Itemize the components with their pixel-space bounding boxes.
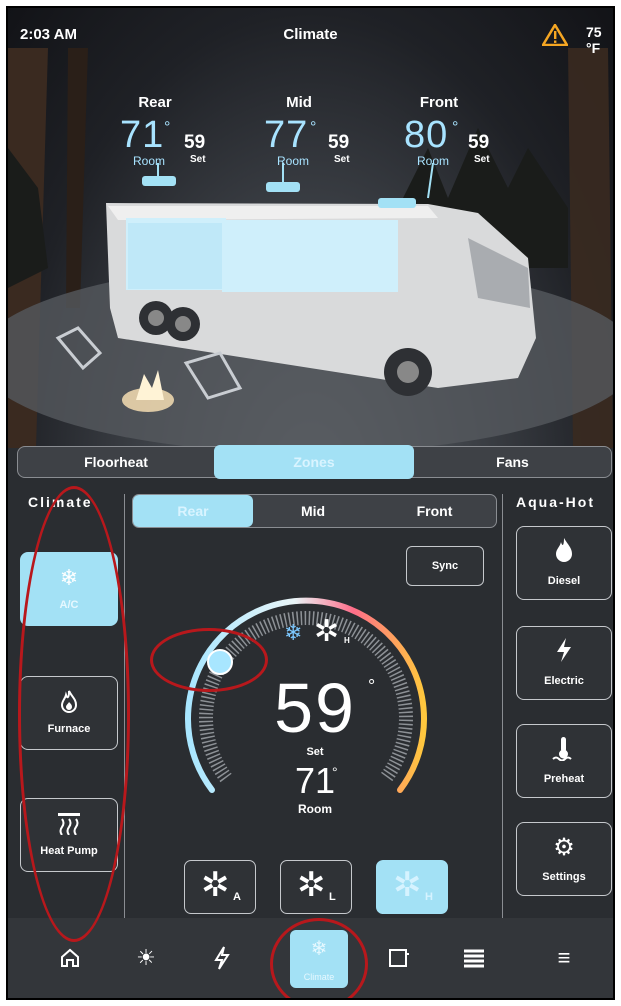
fan-high-icon: ✲ bbox=[393, 866, 422, 904]
fan-auto-icon: ✲ bbox=[201, 866, 230, 904]
zone-tabs: Rear Mid Front bbox=[132, 494, 497, 528]
set-temperature: 59 bbox=[274, 669, 356, 747]
fan-speed-label: H bbox=[344, 636, 350, 645]
rv-scene: 2:03 AM Climate 75 °F Rear 71 ° 59 Room … bbox=[8, 8, 613, 448]
zone-room-temp: 80 bbox=[404, 114, 449, 156]
degree-mark: ° bbox=[452, 119, 459, 136]
main-tabs: Floorheat Zones Fans bbox=[17, 445, 612, 479]
room-label: Room bbox=[298, 802, 332, 816]
fan-low-icon: ✲ bbox=[297, 866, 326, 904]
aqua-diesel-button[interactable]: Diesel bbox=[516, 526, 612, 600]
zone-room-temp: 77 bbox=[264, 114, 309, 156]
aqua-electric-button[interactable]: Electric bbox=[516, 626, 612, 700]
zone-room-label: Room bbox=[132, 154, 165, 168]
divider bbox=[502, 494, 503, 918]
bolt-icon bbox=[517, 637, 611, 670]
scene-illustration bbox=[8, 48, 613, 448]
aqua-settings-button[interactable]: ⚙ Settings bbox=[516, 822, 612, 896]
zone-set-label: Set bbox=[334, 154, 350, 165]
zone-set-temp: 59 bbox=[468, 132, 490, 153]
flame-icon bbox=[517, 537, 611, 570]
zone-tab-mid[interactable]: Mid bbox=[253, 495, 373, 527]
zone-name: Rear bbox=[138, 94, 172, 111]
zone-tab-rear[interactable]: Rear bbox=[133, 495, 253, 527]
zone-name: Mid bbox=[286, 94, 312, 111]
warning-icon[interactable] bbox=[542, 24, 568, 46]
aqua-preheat-button[interactable]: Preheat bbox=[516, 724, 612, 798]
zone-summary-front: Front 80 ° 59 Room Set bbox=[404, 94, 514, 168]
fan-sub-label: L bbox=[329, 891, 336, 903]
tab-zones[interactable]: Zones bbox=[214, 445, 414, 479]
aqua-label: Settings bbox=[542, 871, 586, 883]
gear-icon: ⚙ bbox=[553, 834, 575, 861]
home-icon[interactable] bbox=[50, 938, 90, 978]
fan-sub-label: A bbox=[233, 891, 241, 903]
tab-fans[interactable]: Fans bbox=[414, 447, 611, 477]
aqua-hot-section-label: Aqua-Hot bbox=[516, 494, 595, 510]
degree-mark: ° bbox=[332, 764, 338, 780]
aqua-label: Preheat bbox=[543, 773, 585, 785]
zone-tab-front[interactable]: Front bbox=[373, 495, 496, 527]
snowflake-icon: ❄ bbox=[284, 620, 303, 645]
zone-room-temp: 71 bbox=[120, 114, 165, 156]
zone-name: Front bbox=[419, 94, 459, 111]
zone-room-label: Room bbox=[416, 154, 449, 168]
zone-summary-mid: Mid 77 ° 59 Room Set bbox=[264, 94, 374, 168]
degree-mark: ° bbox=[164, 119, 171, 136]
climate-screen: 2:03 AM Climate 75 °F Rear 71 ° 59 Room … bbox=[6, 6, 615, 1000]
aqua-label: Diesel bbox=[547, 575, 581, 587]
status-bar: 2:03 AM Climate 75 °F bbox=[8, 8, 613, 56]
slideout-icon[interactable] bbox=[378, 938, 418, 978]
lights-icon[interactable]: ☀ bbox=[126, 938, 166, 978]
menu-icon[interactable]: ≡ bbox=[544, 938, 584, 978]
zone-set-temp: 59 bbox=[328, 132, 350, 153]
annotation-oval bbox=[150, 628, 268, 692]
shades-icon[interactable] bbox=[454, 938, 494, 978]
fan-icon: ✲ bbox=[314, 615, 340, 648]
set-label: Set bbox=[306, 746, 324, 758]
tab-floorheat[interactable]: Floorheat bbox=[18, 447, 214, 477]
fan-sub-label: H bbox=[425, 891, 433, 903]
fan-low-button[interactable]: ✲ L bbox=[280, 860, 352, 914]
zone-summary-rear: Rear 71 ° 59 Room Set bbox=[120, 94, 230, 168]
fan-auto-button[interactable]: ✲ A bbox=[184, 860, 256, 914]
room-temperature: 71 bbox=[294, 760, 336, 801]
zone-set-label: Set bbox=[190, 154, 206, 165]
zone-set-temp: 59 bbox=[184, 132, 206, 153]
zone-room-label: Room bbox=[276, 154, 309, 168]
annotation-oval bbox=[18, 486, 130, 942]
degree-mark: ° bbox=[310, 119, 317, 136]
zone-set-label: Set bbox=[474, 154, 490, 165]
aqua-label: Electric bbox=[544, 675, 584, 687]
power-bolt-icon[interactable] bbox=[202, 938, 242, 978]
degree-mark: ° bbox=[368, 676, 376, 696]
annotation-oval bbox=[270, 918, 368, 998]
thermometer-icon bbox=[517, 735, 611, 768]
outside-temperature: 75 °F bbox=[586, 24, 602, 56]
fan-high-button[interactable]: ✲ H bbox=[376, 860, 448, 914]
page-title: Climate bbox=[283, 26, 338, 43]
